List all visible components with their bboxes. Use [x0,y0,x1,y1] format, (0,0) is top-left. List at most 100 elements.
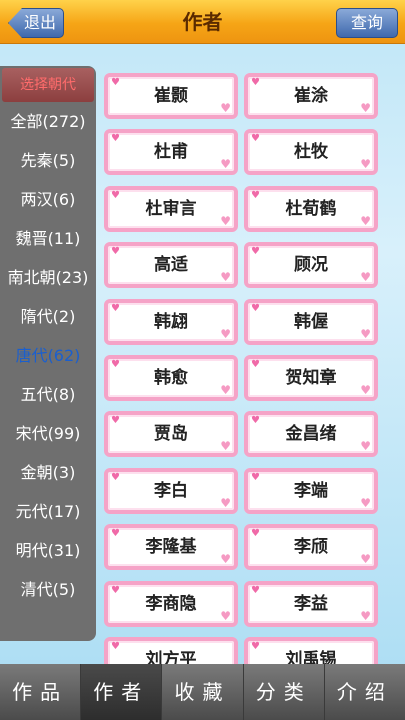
heart-icon: ♥ [251,471,260,483]
author-card[interactable]: ♥ 崔涂 ♥ [244,73,378,119]
heart-icon: ♥ [360,495,371,510]
heart-icon: ♥ [220,157,231,172]
author-card[interactable]: ♥ 李益 ♥ [244,580,378,627]
heart-icon: ♥ [220,326,231,341]
heart-icon: ♥ [251,359,260,370]
author-card[interactable]: ♥ 李白 ♥ [104,467,238,514]
author-card[interactable]: ♥ 韩愈 ♥ [104,355,238,401]
heart-icon: ♥ [251,415,260,427]
author-name: 李白 [154,480,188,501]
heart-icon: ♥ [111,302,120,314]
author-card[interactable]: ♥ 顾况 ♥ [244,242,378,289]
tab-2[interactable]: 收藏 [162,664,244,720]
heart-icon: ♥ [251,133,260,145]
author-card[interactable]: ♥ 贺知章 ♥ [244,355,378,401]
heart-icon: ♥ [360,101,371,115]
author-name: 李颀 [294,537,328,558]
dynasty-sidebar: 选择朝代 全部(272) 先秦(5) 两汉(6) 魏晋(11) 南北朝(23) 隋代(2)… [0,66,96,641]
author-card[interactable]: ♥ 韩偓 ♥ [244,298,378,345]
author-name: 高适 [154,255,188,276]
author-name: 韩愈 [154,368,188,388]
author-card[interactable]: ♥ 金昌绪 ♥ [244,411,378,458]
heart-icon: ♥ [111,641,120,652]
author-name: 杜甫 [154,142,188,163]
sidebar-title: 选择朝代 [2,68,94,102]
author-card[interactable]: ♥ 杜甫 ♥ [104,129,238,176]
heart-icon: ♥ [111,415,120,427]
author-card[interactable]: ♥ 崔颢 ♥ [104,73,238,119]
heart-icon: ♥ [220,213,231,228]
query-button[interactable]: 查询 [336,8,398,38]
sidebar-item-dynasty[interactable]: 全部(272) [0,102,96,141]
sidebar-item-dynasty[interactable]: 元代(17) [0,492,96,531]
heart-icon: ♥ [220,495,231,510]
author-card[interactable]: ♥ 杜审言 ♥ [104,185,238,232]
author-name: 杜牧 [294,142,328,163]
author-card[interactable]: ♥ 李隆基 ♥ [104,524,238,571]
header-bar: 退出 作者 查询 [0,0,405,44]
author-name: 李益 [294,593,328,614]
author-name: 贾岛 [154,424,188,445]
heart-icon: ♥ [220,270,231,285]
heart-icon: ♥ [220,101,231,115]
author-name: 崔涂 [294,86,328,106]
sidebar-item-dynasty[interactable]: 明代(31) [0,531,96,570]
heart-icon: ♥ [251,528,260,540]
heart-icon: ♥ [111,77,120,88]
sidebar-item-dynasty[interactable]: 唐代(62) [0,336,96,375]
heart-icon: ♥ [360,383,371,397]
tab-3[interactable]: 分类 [244,664,325,720]
heart-icon: ♥ [111,189,120,201]
sidebar-item-dynasty[interactable]: 两汉(6) [0,180,96,219]
sidebar-item-dynasty[interactable]: 先秦(5) [0,141,96,180]
author-name: 顾况 [294,255,328,276]
author-name: 杜荀鹤 [285,198,337,219]
heart-icon: ♥ [111,246,120,258]
heart-icon: ♥ [251,302,260,314]
heart-icon: ♥ [360,157,371,172]
heart-icon: ♥ [220,608,231,623]
heart-icon: ♥ [360,270,371,285]
heart-icon: ♥ [220,439,231,454]
author-card[interactable]: ♥ 杜牧 ♥ [244,129,378,176]
author-name: 李隆基 [145,537,197,558]
author-name: 刘方平 [145,650,197,664]
heart-icon: ♥ [111,584,120,596]
tab-0[interactable]: 作品 [0,664,82,720]
heart-icon: ♥ [111,528,120,540]
author-name: 贺知章 [285,368,337,388]
sidebar-item-dynasty[interactable]: 五代(8) [0,375,96,414]
sidebar-item-dynasty[interactable]: 南北朝(23) [0,258,96,297]
sidebar-item-dynasty[interactable]: 魏晋(11) [0,219,96,258]
heart-icon: ♥ [111,133,120,145]
sidebar-item-dynasty[interactable]: 金朝(3) [0,453,96,492]
heart-icon: ♥ [220,383,231,397]
author-card[interactable]: ♥刘禹锡♥ [244,637,378,664]
author-card[interactable]: ♥ 高适 ♥ [104,242,238,289]
heart-icon: ♥ [251,641,260,652]
author-card[interactable]: ♥ 李端 ♥ [244,467,378,514]
author-card[interactable]: ♥ 杜荀鹤 ♥ [244,185,378,232]
tab-1[interactable]: 作者 [81,664,163,720]
sidebar-item-dynasty[interactable]: 隋代(2) [0,297,96,336]
author-card[interactable]: ♥ 李商隐 ♥ [104,580,238,627]
sidebar-item-dynasty[interactable]: 宋代(99) [0,414,96,453]
heart-icon: ♥ [360,439,371,454]
heart-icon: ♥ [360,608,371,623]
author-name: 刘禹锡 [285,650,337,664]
tab-4[interactable]: 介绍 [325,664,405,720]
author-name: 李端 [294,480,328,501]
heart-icon: ♥ [360,552,371,567]
author-name: 崔颢 [154,86,188,106]
author-card[interactable]: ♥刘方平♥ [104,637,238,664]
heart-icon: ♥ [251,77,260,88]
author-grid: ♥ 崔颢 ♥ ♥ 崔涂 ♥ ♥ 杜甫 ♥ ♥ 杜牧 ♥ ♥ 杜审言 ♥ ♥ 杜荀鹤 ♥ ♥ 高适 ♥ ♥ 顾况 ♥ ♥ 韩翃 ♥ ♥ 韩… [104,44,380,664]
heart-icon: ♥ [360,213,371,228]
author-card[interactable]: ♥ 韩翃 ♥ [104,298,238,345]
heart-icon: ♥ [251,246,260,258]
author-name: 李商隐 [145,593,197,614]
heart-icon: ♥ [111,359,120,370]
author-card[interactable]: ♥ 贾岛 ♥ [104,411,238,458]
author-card[interactable]: ♥ 李颀 ♥ [244,524,378,571]
sidebar-item-dynasty[interactable]: 清代(5) [0,570,96,609]
